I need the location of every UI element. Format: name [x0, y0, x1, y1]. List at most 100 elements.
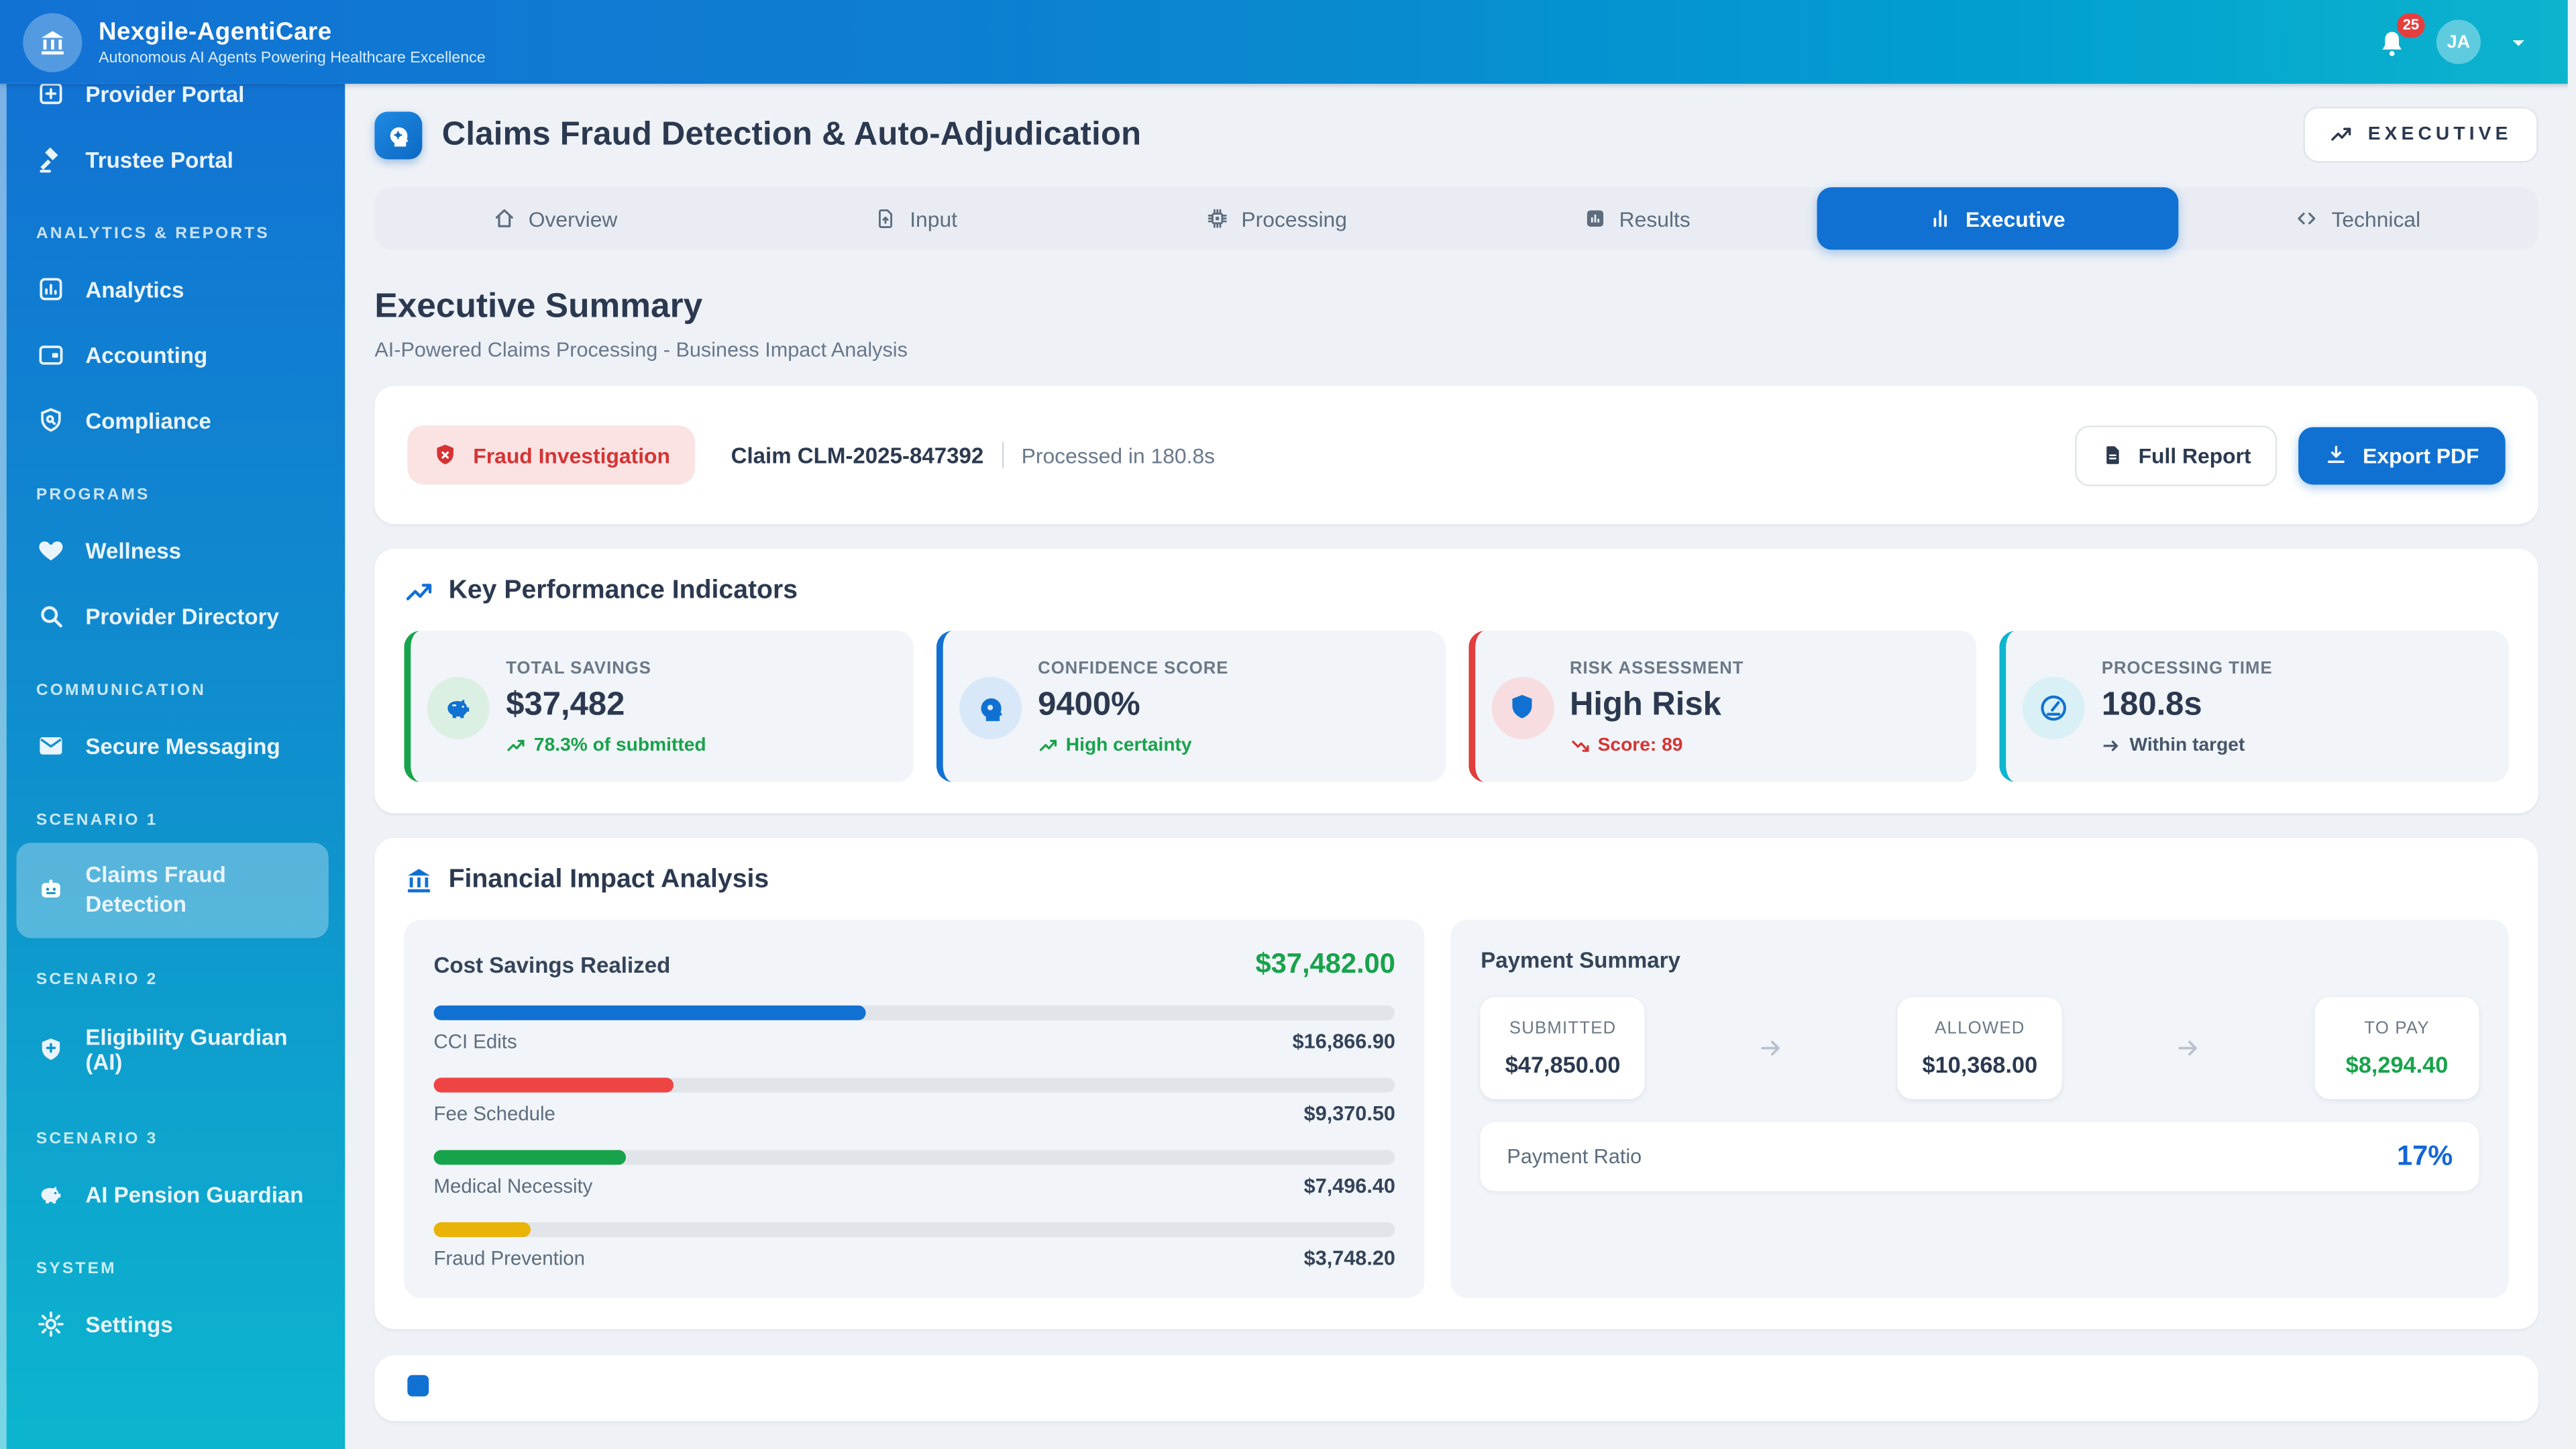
full-report-button[interactable]: Full Report — [2074, 425, 2277, 486]
kpi-label: RISK ASSESSMENT — [1570, 659, 1744, 678]
kpi-value: $37,482 — [506, 687, 706, 724]
gear-icon — [36, 1309, 66, 1339]
sidebar-item-wellness[interactable]: Wellness — [16, 517, 328, 583]
trend-up-icon — [2330, 123, 2353, 146]
kpi-body: PROCESSING TIME 180.8s Within target — [2102, 659, 2273, 755]
payment-step-submitted: SUBMITTED $47,850.00 — [1481, 998, 1645, 1099]
bar-amount: $16,866.90 — [1293, 1030, 1395, 1053]
app-root: Nexgile-AgentiCare Autonomous AI Agents … — [0, 0, 2576, 1449]
sidebar-item-analytics[interactable]: Analytics — [16, 256, 328, 322]
sidebar-item-compliance[interactable]: Compliance — [16, 388, 328, 453]
sidebar-item-label: Claims Fraud Detection — [85, 861, 279, 920]
progress-track — [434, 1078, 1395, 1093]
gavel-icon — [36, 145, 66, 174]
sidebar-item-accounting[interactable]: Accounting — [16, 322, 328, 388]
kpi-label: PROCESSING TIME — [2102, 659, 2273, 678]
arrow-right-icon — [2062, 1033, 2315, 1063]
sidebar-item-settings[interactable]: Settings — [16, 1291, 328, 1357]
sidebar-section-scenario-3: SCENARIO 3 — [36, 1130, 329, 1148]
app-title: Nexgile-AgentiCare — [99, 17, 486, 46]
claim-id: Claim CLM-2025-847392 — [731, 443, 984, 468]
trend-up-icon — [1038, 736, 1057, 755]
cost-savings-header: Cost Savings Realized $37,482.00 — [434, 948, 1395, 981]
sidebar-section-system: SYSTEM — [36, 1260, 329, 1278]
code-icon — [2296, 207, 2318, 230]
mail-icon — [36, 731, 66, 761]
section-subtitle: AI-Powered Claims Processing - Business … — [374, 338, 2538, 361]
tab-input[interactable]: Input — [735, 187, 1096, 250]
bar-label: Fraud Prevention — [434, 1247, 585, 1270]
section-icon-fragment — [407, 1375, 429, 1397]
chevron-down-icon[interactable] — [2507, 30, 2530, 53]
sidebar-item-trustee-portal[interactable]: Trustee Portal — [16, 127, 328, 193]
tab-executive[interactable]: Executive — [1817, 187, 2178, 250]
sidebar-item-claims-fraud-detection[interactable]: Claims Fraud Detection — [16, 843, 328, 938]
cost-savings-title: Cost Savings Realized — [434, 953, 671, 977]
payment-ratio-row: Payment Ratio 17% — [1481, 1122, 2479, 1191]
arrow-right-icon — [2102, 736, 2121, 755]
arrow-right-icon — [1645, 1033, 1898, 1063]
sidebar-item-label: Eligibility Guardian (AI) — [85, 1025, 299, 1074]
tab-bar: Overview Input Processing Results Execut… — [374, 187, 2538, 250]
shield-plus-icon — [36, 1035, 66, 1065]
kpi-body: TOTAL SAVINGS $37,482 78.3% of submitted — [506, 659, 706, 755]
payment-summary-panel: Payment Summary SUBMITTED $47,850.00 ALL… — [1451, 920, 2508, 1297]
tab-label: Overview — [529, 206, 618, 231]
tab-label: Technical — [2331, 206, 2420, 231]
sidebar-item-label: Provider Directory — [85, 604, 278, 629]
kpi-value: High Risk — [1570, 687, 1744, 724]
kpi-heading-row: Key Performance Indicators — [404, 577, 2508, 606]
sidebar-item-ai-pension-guardian[interactable]: AI Pension Guardian — [16, 1161, 328, 1227]
trend-down-icon — [1570, 736, 1589, 755]
sidebar-item-label: Trustee Portal — [85, 147, 233, 172]
progress-fill-fee-schedule — [434, 1078, 674, 1093]
sidebar-item-provider-directory[interactable]: Provider Directory — [16, 583, 328, 649]
kpi-label: TOTAL SAVINGS — [506, 659, 706, 678]
hospital-icon — [36, 84, 66, 109]
cost-savings-total: $37,482.00 — [1255, 948, 1395, 981]
page-scrollbar[interactable] — [2568, 0, 2576, 1449]
sidebar-item-label: Provider Portal — [85, 84, 244, 106]
payment-ratio-label: Payment Ratio — [1507, 1145, 1642, 1168]
tab-processing[interactable]: Processing — [1095, 187, 1456, 250]
kpi-sub: 78.3% of submitted — [506, 736, 706, 755]
sidebar-item-label: AI Pension Guardian — [85, 1182, 303, 1207]
divider — [1002, 442, 1003, 468]
page-title: Claims Fraud Detection & Auto-Adjudicati… — [442, 116, 1142, 154]
executive-mode-chip[interactable]: EXECUTIVE — [2304, 107, 2538, 162]
claim-status-card: Fraud Investigation Claim CLM-2025-84739… — [374, 386, 2538, 525]
tab-results[interactable]: Results — [1456, 187, 1817, 250]
kpi-sub-label: Score: 89 — [1598, 736, 1683, 755]
kpi-heading: Key Performance Indicators — [449, 577, 798, 606]
kpi-icon-circle — [427, 676, 490, 739]
bar-label: Medical Necessity — [434, 1175, 593, 1197]
sidebar-item-label: Compliance — [85, 409, 211, 433]
export-pdf-button[interactable]: Export PDF — [2299, 427, 2506, 484]
bar-row: CCI Edits $16,866.90 — [434, 1030, 1395, 1053]
mode-chip-label: EXECUTIVE — [2368, 125, 2512, 144]
payment-step-label: SUBMITTED — [1491, 1018, 1635, 1038]
ai-head-icon — [974, 691, 1007, 724]
payment-step-value: $10,368.00 — [1908, 1051, 2053, 1077]
tab-label: Results — [1619, 206, 1690, 231]
sidebar-item-eligibility-guardian[interactable]: Eligibility Guardian (AI) — [16, 1002, 328, 1097]
home-icon — [492, 207, 515, 230]
kpi-body: RISK ASSESSMENT High Risk Score: 89 — [1570, 659, 1744, 755]
payment-ratio-value: 17% — [2397, 1140, 2453, 1173]
payment-step-allowed: ALLOWED $10,368.00 — [1898, 998, 2062, 1099]
piggy-bank-icon — [36, 1179, 66, 1209]
sidebar-scrollbar[interactable] — [0, 84, 7, 1449]
processed-time: Processed in 180.8s — [1022, 443, 1215, 468]
trend-up-icon — [506, 736, 525, 755]
sidebar-section-analytics-reports: ANALYTICS & REPORTS — [36, 225, 329, 244]
sidebar-item-secure-messaging[interactable]: Secure Messaging — [16, 713, 328, 779]
fraud-investigation-badge: Fraud Investigation — [407, 425, 694, 484]
notifications-button[interactable]: 25 — [2374, 24, 2410, 60]
progress-fill-fraud-prevention — [434, 1222, 530, 1237]
avatar[interactable]: JA — [2436, 19, 2481, 64]
sidebar-item-provider-portal[interactable]: Provider Portal — [16, 84, 328, 127]
tab-overview[interactable]: Overview — [374, 187, 735, 250]
payment-step-value: $8,294.40 — [2324, 1051, 2469, 1077]
tab-technical[interactable]: Technical — [2178, 187, 2538, 250]
tab-label: Executive — [1966, 206, 2065, 231]
